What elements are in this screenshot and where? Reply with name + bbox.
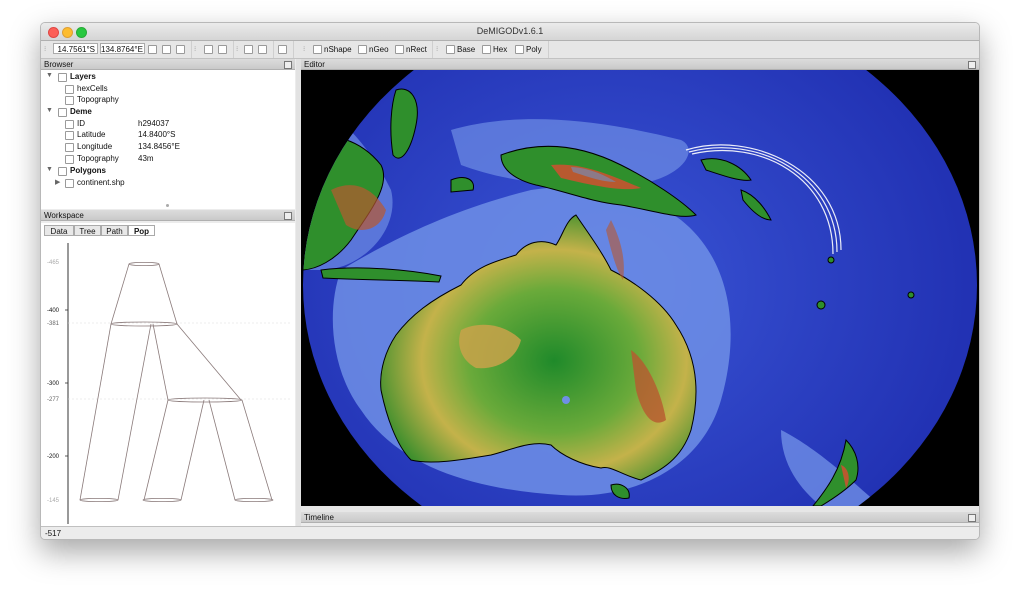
base-label: Base bbox=[457, 45, 476, 54]
app-window: DeMIGODv1.6.1 ⁝ 14.7561°S 134.8764°E ⁝ ⁝… bbox=[40, 22, 980, 540]
latitude-value: 14.8400°S bbox=[138, 130, 176, 139]
tab-data[interactable]: Data bbox=[44, 225, 74, 236]
toolbar-checkbox-7[interactable] bbox=[258, 45, 267, 54]
expand-continent-icon[interactable]: ▶ bbox=[55, 178, 60, 186]
expand-polygons-icon[interactable]: ▼ bbox=[46, 166, 53, 173]
layers-checkbox[interactable] bbox=[58, 73, 67, 82]
poly-checkbox[interactable] bbox=[515, 45, 524, 54]
axis-tick-label: -465 bbox=[47, 260, 60, 266]
tree-item-hexcells[interactable]: hexCells bbox=[77, 84, 108, 94]
browser-panel-title: Browser bbox=[44, 60, 74, 69]
axis-tick-label: -145 bbox=[47, 498, 60, 504]
axis-tick-label: -381 bbox=[47, 321, 60, 327]
toolbar-divider bbox=[548, 41, 549, 58]
deme-topography-checkbox[interactable] bbox=[65, 155, 74, 164]
toolbar-divider bbox=[293, 41, 294, 58]
toolbar-checkbox-4[interactable] bbox=[204, 45, 213, 54]
toolbar-divider bbox=[273, 41, 274, 58]
latitude-label: Latitude bbox=[77, 130, 106, 139]
toolbar-grip-icon[interactable]: ⁝ bbox=[44, 45, 46, 54]
axis-tick-label: -200 bbox=[47, 454, 60, 460]
tab-pop[interactable]: Pop bbox=[128, 225, 155, 236]
timeline-panel-header[interactable]: Timeline bbox=[301, 512, 979, 523]
nrect-label: nRect bbox=[406, 45, 427, 54]
ngeo-checkbox[interactable] bbox=[358, 45, 367, 54]
globe-map-view[interactable] bbox=[301, 70, 979, 506]
axis-tick-label: -400 bbox=[47, 308, 60, 314]
editor-panel-header[interactable]: Editor bbox=[301, 59, 979, 70]
browser-splitter-handle[interactable] bbox=[166, 204, 169, 207]
expand-deme-icon[interactable]: ▼ bbox=[46, 107, 53, 114]
longitude-label: Longitude bbox=[77, 142, 113, 151]
hex-label: Hex bbox=[493, 45, 508, 54]
hex-checkbox[interactable] bbox=[482, 45, 491, 54]
deme-topography-label: Topography bbox=[77, 154, 119, 163]
toolbar-grip-icon[interactable]: ⁝ bbox=[436, 45, 438, 54]
tree-item-layers[interactable]: Layers bbox=[70, 72, 96, 82]
expand-layers-icon[interactable]: ▼ bbox=[46, 72, 53, 79]
nshape-checkbox[interactable] bbox=[313, 45, 322, 54]
topography-checkbox[interactable] bbox=[65, 96, 74, 105]
nrect-checkbox[interactable] bbox=[395, 45, 404, 54]
editor-float-button[interactable] bbox=[968, 61, 976, 69]
toolbar-divider bbox=[191, 41, 192, 58]
status-value: -517 bbox=[45, 529, 62, 538]
polygons-checkbox[interactable] bbox=[58, 167, 67, 176]
tree-item-topography[interactable]: Topography bbox=[77, 95, 119, 105]
ngeo-label: nGeo bbox=[369, 45, 389, 54]
latitude-field[interactable]: 14.7561°S bbox=[53, 43, 98, 54]
id-value: h294037 bbox=[138, 119, 170, 128]
deme-checkbox[interactable] bbox=[58, 108, 67, 117]
toolbar-checkbox-5[interactable] bbox=[218, 45, 227, 54]
browser-tree: ▼ Layers hexCells Topography ▼ Deme ID h… bbox=[41, 70, 295, 209]
toolbar-grip-icon[interactable]: ⁝ bbox=[236, 45, 238, 54]
longitude-field[interactable]: 134.8764°E bbox=[100, 43, 145, 54]
base-checkbox[interactable] bbox=[446, 45, 455, 54]
editor-panel-title: Editor bbox=[304, 60, 325, 69]
toolbar: ⁝ 14.7561°S 134.8764°E ⁝ ⁝ ⁝ nShape nGeo… bbox=[41, 41, 979, 59]
tab-path[interactable]: Path bbox=[101, 225, 128, 236]
tab-tree[interactable]: Tree bbox=[74, 225, 101, 236]
latitude-checkbox[interactable] bbox=[65, 131, 74, 140]
toolbar-divider bbox=[432, 41, 433, 58]
id-checkbox[interactable] bbox=[65, 120, 74, 129]
status-bar: -517 bbox=[41, 526, 979, 539]
timeline-float-button[interactable] bbox=[968, 514, 976, 522]
title-bar[interactable]: DeMIGODv1.6.1 bbox=[41, 23, 979, 41]
timeline-panel-title: Timeline bbox=[304, 513, 334, 522]
continent-checkbox[interactable] bbox=[65, 179, 74, 188]
toolbar-grip-icon[interactable]: ⁝ bbox=[303, 45, 305, 54]
poly-label: Poly bbox=[526, 45, 542, 54]
axis-tick-label: -300 bbox=[47, 381, 60, 387]
workspace-panel: -465 -400 -381 -300 -277 -200 -145 bbox=[41, 223, 295, 526]
id-label: ID bbox=[77, 119, 85, 128]
workspace-panel-header[interactable]: Workspace bbox=[41, 210, 295, 221]
hexcells-checkbox[interactable] bbox=[65, 85, 74, 94]
toolbar-checkbox-8[interactable] bbox=[278, 45, 287, 54]
window-title: DeMIGODv1.6.1 bbox=[476, 26, 544, 36]
tree-item-polygons[interactable]: Polygons bbox=[70, 166, 106, 176]
tree-item-continent[interactable]: continent.shp bbox=[77, 178, 125, 188]
workspace-panel-title: Workspace bbox=[44, 211, 84, 220]
toolbar-checkbox-6[interactable] bbox=[244, 45, 253, 54]
browser-panel-header[interactable]: Browser bbox=[41, 59, 295, 70]
workspace-float-button[interactable] bbox=[284, 212, 292, 220]
toolbar-divider bbox=[233, 41, 234, 58]
toolbar-grip-icon[interactable]: ⁝ bbox=[194, 45, 196, 54]
longitude-checkbox[interactable] bbox=[65, 143, 74, 152]
toolbar-checkbox-2[interactable] bbox=[162, 45, 171, 54]
toolbar-checkbox-3[interactable] bbox=[176, 45, 185, 54]
tree-item-deme[interactable]: Deme bbox=[70, 107, 92, 117]
deme-topography-value: 43m bbox=[138, 154, 154, 163]
browser-float-button[interactable] bbox=[284, 61, 292, 69]
population-tree-chart: -465 -400 -381 -300 -277 -200 -145 bbox=[47, 243, 291, 524]
globe-map[interactable] bbox=[301, 70, 979, 506]
nshape-label: nShape bbox=[324, 45, 352, 54]
axis-tick-label: -277 bbox=[47, 397, 60, 403]
toolbar-checkbox-1[interactable] bbox=[148, 45, 157, 54]
longitude-value: 134.8456°E bbox=[138, 142, 180, 151]
